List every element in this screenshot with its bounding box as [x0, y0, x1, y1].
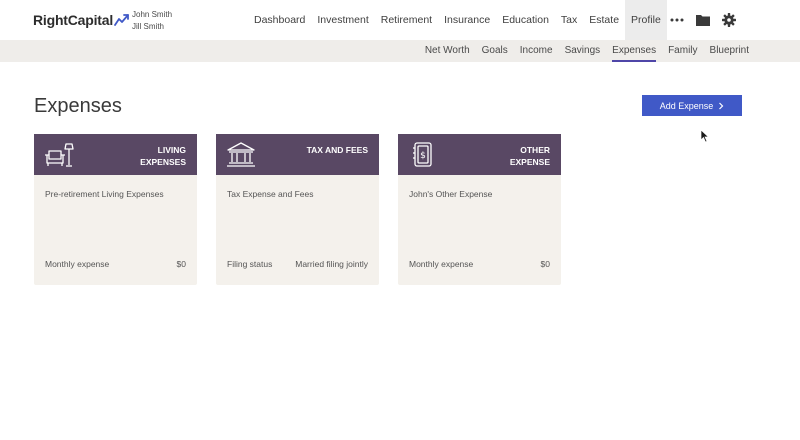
subnav-income[interactable]: Income [520, 40, 553, 62]
brand-logo-text: RightCapital [33, 12, 114, 28]
add-expense-label: Add Expense [659, 100, 714, 111]
card-header: LIVING EXPENSES [34, 134, 197, 175]
card-footer-value: $0 [176, 259, 186, 269]
nav-retirement[interactable]: Retirement [375, 0, 438, 40]
card-header: TAX AND FEES [216, 134, 379, 175]
card-footer-value: $0 [540, 259, 550, 269]
gear-icon[interactable] [720, 11, 738, 29]
card-title: TAX AND FEES [278, 144, 368, 156]
main-nav: Dashboard Investment Retirement Insuranc… [248, 0, 667, 40]
svg-text:$: $ [420, 151, 426, 161]
nav-investment[interactable]: Investment [311, 0, 374, 40]
nav-estate[interactable]: Estate [583, 0, 625, 40]
card-footer-value: Married filing jointly [295, 259, 368, 269]
client-primary-name: John Smith [132, 10, 173, 19]
client-names[interactable]: John Smith Jill Smith [132, 9, 172, 33]
card-description: Pre-retirement Living Expenses [45, 189, 164, 199]
nav-insurance[interactable]: Insurance [438, 0, 496, 40]
nav-tax[interactable]: Tax [555, 0, 583, 40]
add-expense-button[interactable]: Add Expense [642, 95, 742, 116]
mouse-cursor-icon [700, 129, 710, 143]
client-spouse-name: Jill Smith [132, 22, 165, 31]
receipt-dollar-icon: $ [413, 142, 432, 167]
card-title: OTHER EXPENSE [460, 144, 550, 168]
brand-logo[interactable]: RightCapital [33, 12, 130, 28]
nav-profile[interactable]: Profile [625, 0, 667, 40]
card-title-line1: OTHER [520, 145, 550, 155]
expense-card-other[interactable]: $ OTHER EXPENSE John's Other Expense Mon… [398, 134, 561, 285]
subnav-net-worth[interactable]: Net Worth [425, 40, 470, 62]
nav-dashboard[interactable]: Dashboard [248, 0, 311, 40]
subnav-goals[interactable]: Goals [482, 40, 508, 62]
chevron-right-icon [719, 102, 724, 109]
subnav-expenses[interactable]: Expenses [612, 40, 656, 62]
card-footer-label: Filing status [227, 259, 273, 269]
top-bar: RightCapital John Smith Jill Smith Dashb… [0, 0, 800, 40]
logo-trend-icon [114, 14, 129, 26]
card-footer-label: Monthly expense [45, 259, 110, 269]
page-title: Expenses [34, 95, 122, 117]
card-title-line1: LIVING [157, 145, 186, 155]
expense-card-tax[interactable]: TAX AND FEES Tax Expense and Fees Filing… [216, 134, 379, 285]
card-footer-label: Monthly expense [409, 259, 474, 269]
card-title: LIVING EXPENSES [96, 144, 186, 168]
card-title-line2: EXPENSE [509, 157, 550, 167]
folder-icon[interactable] [694, 11, 712, 29]
card-title-line1: TAX AND FEES [306, 145, 368, 155]
subnav-blueprint[interactable]: Blueprint [710, 40, 749, 62]
card-title-line2: EXPENSES [140, 157, 186, 167]
nav-education[interactable]: Education [496, 0, 555, 40]
subnav-savings[interactable]: Savings [565, 40, 601, 62]
couch-lamp-icon [45, 143, 74, 167]
bank-building-icon [227, 142, 255, 167]
more-icon[interactable] [668, 11, 686, 29]
sub-nav: Net Worth Goals Income Savings Expenses … [0, 40, 800, 62]
card-header: $ OTHER EXPENSE [398, 134, 561, 175]
top-icons [668, 0, 738, 40]
expense-card-living[interactable]: LIVING EXPENSES Pre-retirement Living Ex… [34, 134, 197, 285]
card-description: Tax Expense and Fees [227, 189, 314, 199]
card-description: John's Other Expense [409, 189, 493, 199]
subnav-family[interactable]: Family [668, 40, 697, 62]
